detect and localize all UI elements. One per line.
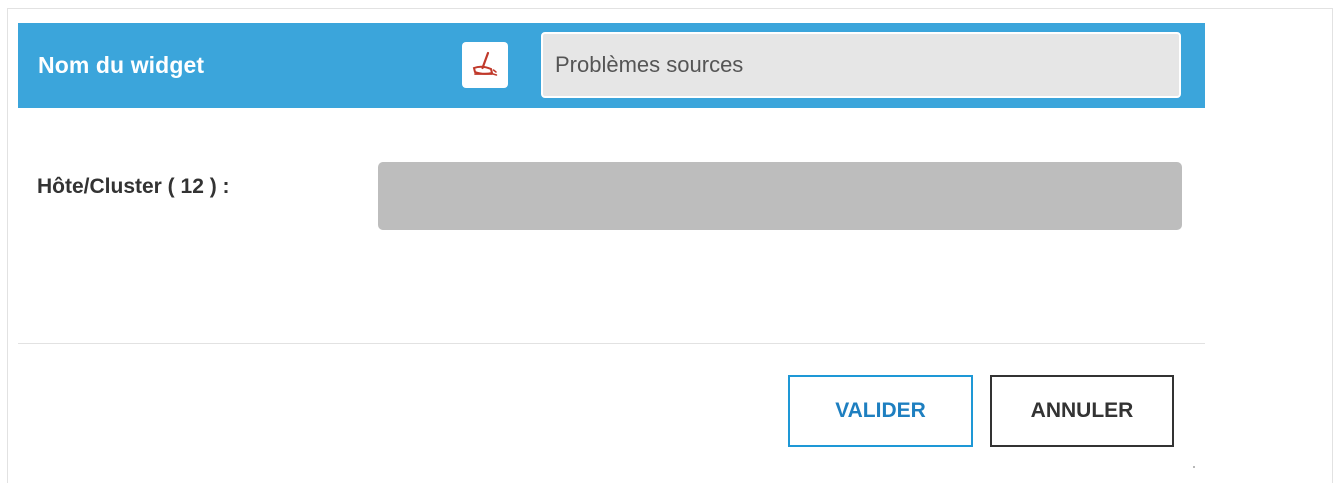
widget-name-label: Nom du widget (38, 52, 205, 78)
validate-button[interactable]: VALIDER (788, 375, 973, 447)
clear-name-button[interactable] (462, 42, 508, 88)
footer-divider (18, 343, 1205, 344)
widget-config-dialog: Nom du widget Hôte/Cluster ( 12 ) : VALI… (18, 23, 1205, 483)
broom-icon (472, 51, 498, 76)
host-cluster-select[interactable] (378, 162, 1182, 230)
host-cluster-label: Hôte/Cluster ( 12 ) : (37, 175, 230, 198)
dialog-header: Nom du widget (18, 23, 1205, 108)
widget-name-input[interactable] (541, 32, 1181, 98)
cancel-button[interactable]: ANNULER (990, 375, 1174, 447)
resize-handle (1193, 466, 1195, 468)
